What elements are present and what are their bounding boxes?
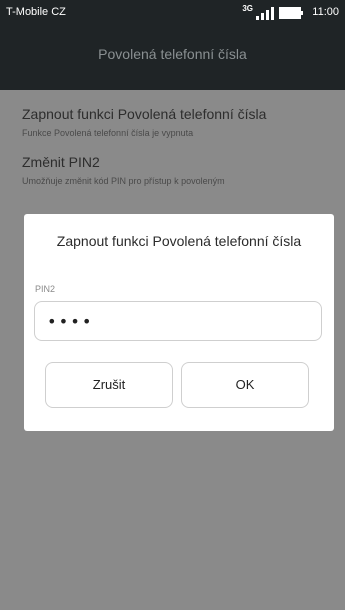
status-bar: T-Mobile CZ 3G 11:00 bbox=[0, 0, 345, 26]
network-type: 3G bbox=[242, 4, 253, 13]
setting-subtitle: Funkce Povolená telefonní čísla je vypnu… bbox=[22, 128, 194, 138]
setting-title: Změnit PIN2 bbox=[22, 154, 100, 170]
setting-title: Zapnout funkci Povolená telefonní čísla bbox=[22, 106, 267, 122]
ok-button[interactable]: OK bbox=[181, 362, 309, 408]
dialog-title: Zapnout funkci Povolená telefonní čísla bbox=[56, 233, 302, 249]
setting-subtitle: Umožňuje změnit kód PIN pro přístup k po… bbox=[22, 176, 225, 186]
pin2-label: PIN2 bbox=[35, 284, 56, 294]
setting-change-pin2[interactable]: Změnit PIN2 Umožňuje změnit kód PIN pro … bbox=[0, 148, 345, 208]
dialog-buttons: Zrušit OK bbox=[24, 314, 334, 414]
cancel-button[interactable]: Zrušit bbox=[45, 362, 173, 408]
signal-icon bbox=[256, 7, 274, 20]
page-title: Povolená telefonní čísla bbox=[98, 46, 247, 62]
clock: 11:00 bbox=[312, 6, 339, 18]
carrier-name: T-Mobile CZ bbox=[6, 6, 66, 18]
pin2-dialog: Zapnout funkci Povolená telefonní čísla … bbox=[24, 214, 334, 431]
battery-icon bbox=[279, 7, 303, 19]
title-bar: Povolená telefonní čísla bbox=[0, 26, 345, 90]
